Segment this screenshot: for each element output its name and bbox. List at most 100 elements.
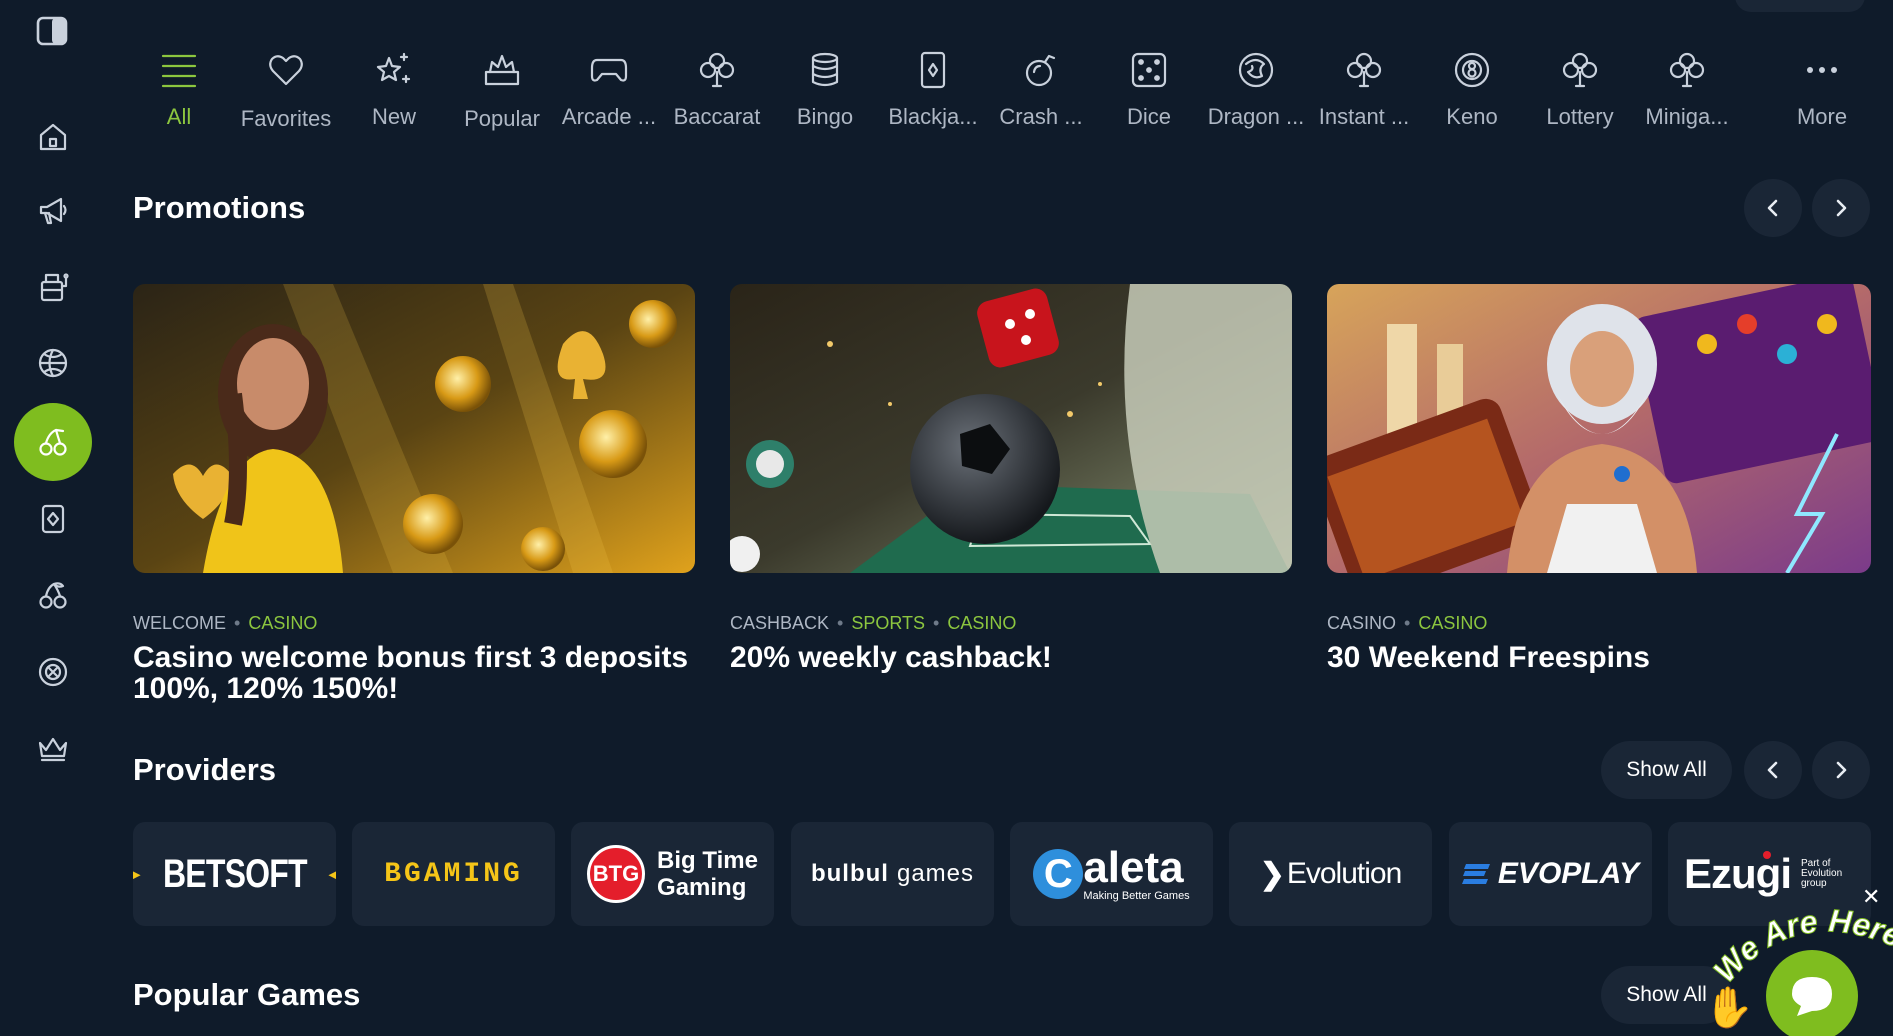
promotion-image-woman [133,284,695,573]
promotion-card[interactable]: CASINO • CASINO 30 Weekend Freespins [1327,284,1871,673]
category-label: Bingo [796,104,854,129]
dots-icon [1807,67,1837,73]
category-bingo[interactable]: Bingo [773,40,877,130]
category-label: Favorites [240,106,332,131]
promotion-image-zeus [1327,284,1871,573]
sidebar-item-vip[interactable] [14,709,92,787]
promotion-tags: CASHBACK • SPORTS • CASINO [730,613,1017,633]
caleta-c-icon: C [1033,849,1084,899]
category-dragon[interactable]: Dragon ... [1204,40,1308,130]
category-arcade[interactable]: Arcade ... [557,40,661,130]
category-blackjack[interactable]: Blackja... [881,40,985,130]
playing-card-icon [920,51,946,89]
popular-games-title: Popular Games [133,977,361,1012]
sidebar-item-cards[interactable] [14,480,92,558]
gamepad-icon [590,58,628,82]
clover-icon [699,52,735,88]
chat-close-button[interactable]: ✕ [1862,884,1880,910]
promotion-title: 20% weekly cashback! [730,641,1052,674]
card-icon [41,504,65,534]
category-label: Popular [464,106,540,131]
category-label: Instant ... [1318,104,1410,129]
category-more[interactable]: More [1770,40,1874,130]
provider-logo-text: bulbul [810,860,889,887]
category-label: Baccarat [673,104,761,129]
provider-tagline: Making Better Games [1083,890,1190,902]
promotion-card[interactable]: CASHBACK • SPORTS • CASINO 20% weekly cashba… [730,284,1292,673]
providers-next-button[interactable] [1812,741,1870,799]
category-instant[interactable]: Instant ... [1312,40,1416,130]
sidebar-item-slots[interactable] [14,248,92,326]
provider-logo-text: BETSOFT [162,851,308,896]
category-label: Keno [1446,104,1498,129]
sparkle-star-icon [376,52,411,84]
provider-evoplay[interactable]: EVOPLAY [1449,822,1652,926]
provider-betsoft[interactable]: ▸ BETSOFT ◂ [133,822,336,926]
promotions-prev-button[interactable] [1744,179,1802,237]
chat-bubble-icon [1792,977,1832,1016]
provider-tagline: group [1801,878,1827,889]
sidebar-item-casino[interactable] [14,403,92,481]
category-lottery[interactable]: Lottery [1528,40,1632,130]
category-label: Dragon ... [1207,104,1305,129]
top-account-pill[interactable] [1735,0,1865,12]
category-dice[interactable]: Dice [1097,40,1201,130]
provider-big-time-gaming[interactable]: BTG Big Time Gaming [571,822,774,926]
sidebar-item-promotions[interactable] [14,172,92,250]
providers-prev-button[interactable] [1744,741,1802,799]
megaphone-icon [39,197,67,225]
evolution-chevron-icon: ❯ [1259,857,1285,891]
chevron-right-icon [1836,761,1847,779]
basketball-icon [38,348,68,378]
provider-caleta[interactable]: C aleta Making Better Games [1010,822,1213,926]
category-bar: All Favorites New Popular Arcade ... Bac… [132,40,1877,140]
promotions-next-button[interactable] [1812,179,1870,237]
category-popular[interactable]: Popular [450,40,554,132]
category-minigames[interactable]: Miniga... [1635,40,1739,130]
provider-logo-text: aleta [1083,843,1184,892]
triangle-left-icon: ◂ [328,861,336,886]
category-label: More [1796,104,1848,129]
promotions-title: Promotions [133,190,306,225]
crown-icon [38,737,68,762]
promotion-title: 30 Weekend Freespins [1327,641,1650,674]
sidebar-item-home[interactable] [14,98,92,176]
dragon-icon [1238,52,1274,88]
eight-ball-icon [1454,52,1490,88]
category-label: Crash ... [999,104,1083,129]
category-favorites[interactable]: Favorites [234,40,338,132]
chevron-left-icon [1767,761,1778,779]
category-label: Lottery [1546,104,1614,129]
providers-show-all-button[interactable]: Show All [1601,741,1732,799]
waving-hand-icon: ✋ [1704,986,1754,1030]
sidebar-item-sports[interactable] [14,324,92,402]
provider-evolution[interactable]: ❯ Evolution [1229,822,1432,926]
cherries-outline-icon [39,582,67,609]
category-keno[interactable]: Keno [1420,40,1524,130]
sidebar-toggle-icon[interactable] [36,16,68,46]
provider-logo-text: games [896,860,975,887]
clover-icon [1562,52,1598,88]
sidebar-item-esports[interactable] [14,633,92,711]
category-label: All [166,104,192,129]
tag-sports: SPORTS [851,613,926,633]
tag-welcome: WELCOME [133,613,227,633]
category-baccarat[interactable]: Baccarat [665,40,769,130]
category-new[interactable]: New [342,40,446,130]
category-label: Dice [1126,104,1171,129]
tag-casino: CASINO [248,613,318,633]
category-crash[interactable]: Crash ... [989,40,1093,130]
category-all[interactable]: All [127,40,231,130]
promotion-tags: WELCOME • CASINO [133,613,318,633]
promotion-image-soccer [730,284,1292,573]
provider-bgaming[interactable]: BGAMING [352,822,555,926]
provider-logo-text: Evolution [1286,857,1402,890]
category-label: Arcade ... [561,104,657,129]
provider-bulbul-games[interactable]: bulbul games [791,822,994,926]
promotion-card[interactable]: WELCOME • CASINO Casino welcome bonus firs… [133,284,695,704]
chat-open-button[interactable] [1766,950,1858,1036]
home-icon [39,123,67,151]
crown-cake-icon [484,54,520,86]
sidebar-item-live-casino[interactable] [14,556,92,634]
slot-machine-icon [40,273,69,302]
